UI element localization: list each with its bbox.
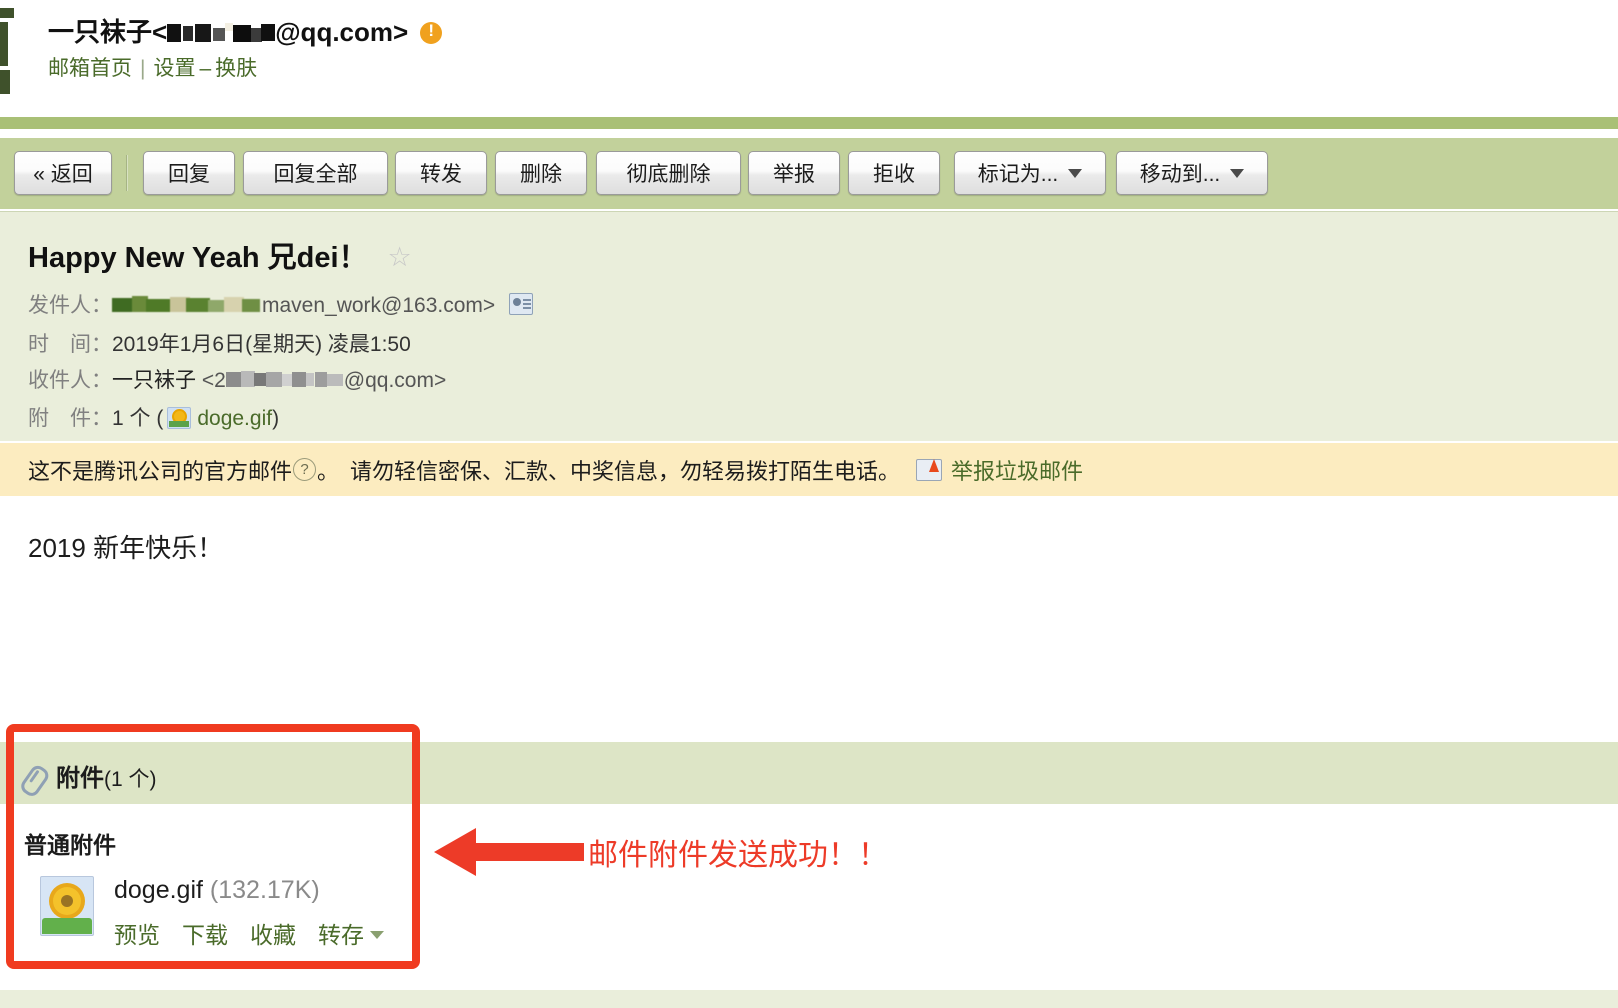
redacted-account-id <box>167 22 276 44</box>
attachment-close-paren: ) <box>272 407 280 430</box>
contact-card-icon[interactable] <box>509 293 534 315</box>
meta-to-row: 收件人：一只袜子 <2 @qq.com> <box>28 364 446 394</box>
move-to-label: 移动到... <box>1139 163 1221 186</box>
chevron-down-icon[interactable] <box>370 931 384 939</box>
page-title: Happy New Yeah 兄dei！ <box>28 242 368 274</box>
mail-action-toolbar: « 返回 回复 回复全部 转发 删除 彻底删除 举报 拒收 标记为... 移动到… <box>0 138 1618 209</box>
forward-button[interactable]: 转发 <box>395 151 487 195</box>
address-domain: @qq.com> <box>275 17 409 47</box>
annotation-label: 邮件附件发送成功！！ <box>588 839 888 872</box>
page-bottom-strip <box>0 990 1618 1008</box>
delete-button[interactable]: 删除 <box>495 151 587 195</box>
mail-subject-row: Happy New Yeah 兄dei！ ☆ <box>28 234 412 276</box>
redacted-recipient-id <box>225 370 344 389</box>
account-identity: 一只袜子< @qq.com> <box>48 12 443 49</box>
reply-all-button[interactable]: 回复全部 <box>243 151 388 195</box>
mail-header-panel: Happy New Yeah 兄dei！ ☆ 发件人： maven_work@16… <box>0 211 1618 441</box>
report-spam-link[interactable]: 举报垃圾邮件 <box>951 454 1083 486</box>
block-button-label: 拒收 <box>873 163 915 186</box>
forward-button-label: 转发 <box>420 163 462 186</box>
toolbar-separator <box>126 155 128 191</box>
attachment-header-inner: 附件(1 个) <box>24 758 157 793</box>
attachment-filesize: (132.17K) <box>209 876 320 904</box>
permanent-delete-button[interactable]: 彻底删除 <box>596 151 741 195</box>
attachment-name-link[interactable]: doge.gif <box>197 407 272 430</box>
report-button-label: 举报 <box>773 163 815 186</box>
attachment-filename: doge.gif <box>114 876 203 904</box>
link-skin[interactable]: 换肤 <box>215 57 257 80</box>
mark-as-label: 标记为... <box>977 163 1059 186</box>
move-to-dropdown[interactable]: 移动到... <box>1116 151 1268 195</box>
link-settings[interactable]: 设置 <box>153 57 195 80</box>
warning-text-before: 这不是腾讯公司的官方邮件 <box>28 458 293 484</box>
back-button[interactable]: « 返回 <box>14 151 112 195</box>
attachment-filename-row: doge.gif (132.17K) <box>114 876 320 905</box>
chevron-down-icon <box>1230 168 1245 178</box>
phishing-warning-bar: 这不是腾讯公司的官方邮件?。 请勿轻信密保、汇款、中奖信息，勿轻易拨打陌生电话。… <box>0 443 1618 496</box>
reply-all-button-label: 回复全部 <box>273 163 358 186</box>
date-value: 2019年1月6日(星期天) 凌晨1:50 <box>112 333 411 356</box>
spam-report-icon[interactable] <box>916 458 943 481</box>
back-button-label: « 返回 <box>33 163 93 186</box>
attachment-count-text: 1 个 ( <box>112 407 164 430</box>
attachment-label: 附 件： <box>28 407 112 430</box>
link-mailbox-home[interactable]: 邮箱首页 <box>48 57 132 80</box>
mail-reader-page: 一只袜子< @qq.com> 邮箱首页|设置–换肤 « 返回 回复 回复全部 转… <box>0 0 1618 1008</box>
attachment-panel-count: (1 个) <box>104 768 157 791</box>
redacted-sender-name <box>112 294 262 315</box>
attachment-preview-link[interactable]: 预览 <box>114 922 160 948</box>
attachment-saveto-link[interactable]: 转存 <box>318 922 364 948</box>
image-thumbnail-icon[interactable] <box>40 876 94 936</box>
meta-date-row: 时 间：2019年1月6日(星期天) 凌晨1:50 <box>28 328 411 358</box>
meta-attachment-row: 附 件：1 个 ( doge.gif) <box>28 402 279 432</box>
attachment-actions: 预览 下载 收藏 转存 <box>114 916 384 950</box>
reply-button[interactable]: 回复 <box>143 151 235 195</box>
attachment-panel-header: 附件(1 个) <box>0 742 1618 804</box>
attachment-favorite-link[interactable]: 收藏 <box>250 922 296 948</box>
chevron-down-icon <box>1068 168 1083 178</box>
image-file-icon <box>167 407 192 429</box>
links-dash: – <box>199 57 212 80</box>
mail-body-area: 2019 新年快乐！ <box>0 496 1618 736</box>
star-icon[interactable]: ☆ <box>388 242 412 273</box>
mail-body-text: 2019 新年快乐！ <box>28 533 224 563</box>
meta-from-row: 发件人： maven_work@163.com> <box>28 289 534 319</box>
recipient-address-prefix: <2 <box>201 369 226 392</box>
account-links: 邮箱首页 | 设置 – 换肤 <box>48 52 257 82</box>
paperclip-icon <box>19 761 52 795</box>
exclamation-badge-icon[interactable] <box>420 21 443 44</box>
recipient-address-suffix: @qq.com> <box>343 369 447 392</box>
account-header: 一只袜子< @qq.com> 邮箱首页 | 设置–换肤 <box>0 0 1618 116</box>
reply-button-label: 回复 <box>168 163 210 186</box>
date-label: 时 间： <box>28 333 112 356</box>
delete-button-label: 删除 <box>520 163 562 186</box>
sidebar-edge-fragment <box>0 8 14 94</box>
from-label: 发件人： <box>28 294 112 317</box>
permanent-delete-button-label: 彻底删除 <box>626 163 711 186</box>
mark-as-dropdown[interactable]: 标记为... <box>954 151 1106 195</box>
attachment-download-link[interactable]: 下载 <box>182 922 228 948</box>
account-display-name: 一只袜子 <box>48 17 153 47</box>
attachment-group-title: 普通附件 <box>24 832 116 858</box>
sender-address: maven_work@163.com> <box>262 294 496 317</box>
links-separator: | <box>140 57 146 80</box>
left-arrow-annotation <box>434 828 584 876</box>
address-open-bracket: < <box>152 17 168 47</box>
report-button[interactable]: 举报 <box>748 151 840 195</box>
block-button[interactable]: 拒收 <box>848 151 940 195</box>
to-label: 收件人： <box>28 369 112 392</box>
recipient-name: 一只袜子 <box>112 369 196 392</box>
help-question-icon[interactable]: ? <box>293 458 317 481</box>
header-green-rule <box>0 117 1618 129</box>
attachment-panel-title: 附件 <box>56 765 104 792</box>
warning-text-after: 。 请勿轻信密保、汇款、中奖信息，勿轻易拨打陌生电话。 <box>317 458 901 484</box>
